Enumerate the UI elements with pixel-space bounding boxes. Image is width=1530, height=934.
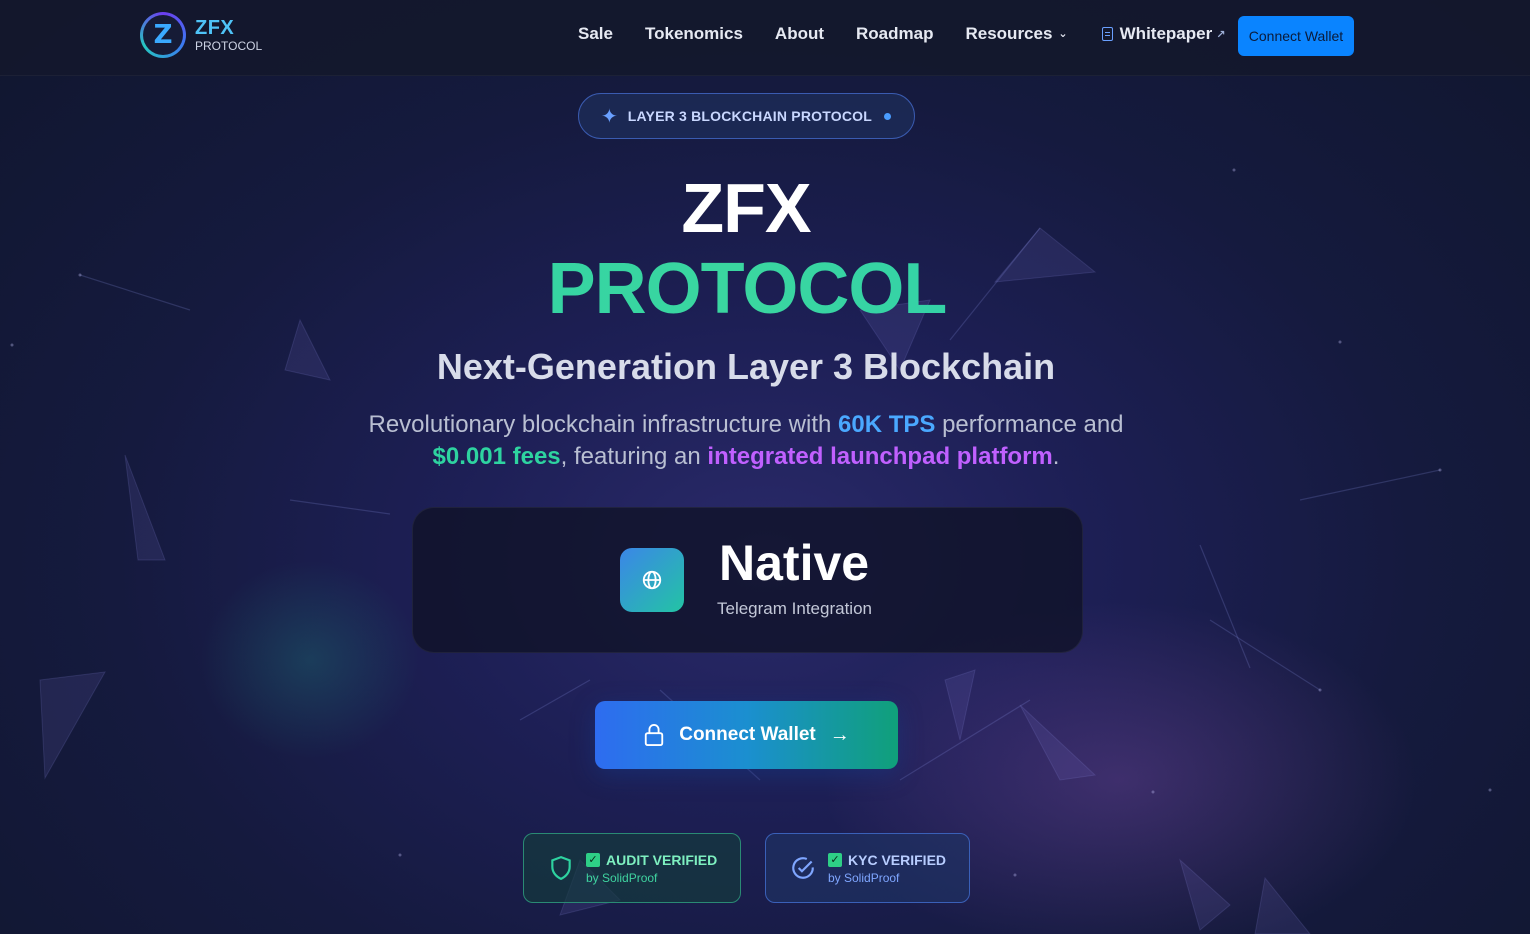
audit-text: ✓ AUDIT VERIFIED by SolidProof — [586, 852, 717, 885]
hero-title-line2: PROTOCOL — [0, 248, 1494, 330]
logo-title: ZFX — [195, 17, 235, 39]
nav-link-whitepaper[interactable]: Whitepaper ↗ — [1101, 24, 1226, 44]
globe-icon — [620, 548, 684, 612]
nav-connect-wallet-button[interactable]: Connect Wallet — [1238, 16, 1354, 56]
whitepaper-label: Whitepaper — [1119, 24, 1213, 43]
desc-launchpad: integrated launchpad platform — [707, 443, 1053, 470]
audit-title-label: AUDIT VERIFIED — [606, 851, 718, 868]
desc-tps: 60K TPS — [838, 411, 936, 438]
shield-icon — [551, 856, 571, 881]
nav-link-sale[interactable]: Sale — [578, 24, 613, 44]
sparkles-icon: ✦ — [601, 105, 618, 128]
teal-glow — [200, 560, 420, 760]
kyc-verified-badge[interactable]: ✓ KYC VERIFIED by SolidProof — [765, 833, 970, 903]
nav-link-resources[interactable]: Resources ⌄ — [965, 24, 1067, 44]
connect-wallet-button[interactable]: Connect Wallet → — [595, 701, 898, 769]
checkbox-checked-icon: ✓ — [586, 852, 600, 867]
desc-part2: performance and — [935, 411, 1124, 438]
desc-part4: . — [1052, 443, 1060, 470]
connect-wallet-label: Connect Wallet — [679, 724, 816, 745]
kyc-title: ✓ KYC VERIFIED — [828, 852, 946, 868]
hero-subtitle: Next-Generation Layer 3 Blockchain — [436, 346, 1056, 387]
arrow-right-icon: → — [829, 723, 850, 746]
status-dot — [883, 112, 891, 120]
check-circle-icon — [792, 857, 814, 879]
top-navbar: Z ZFX PROTOCOL Sale Tokenomics About Roa… — [0, 0, 1530, 76]
kyc-title-label: KYC VERIFIED — [848, 851, 947, 868]
feature-card: Native Telegram Integration — [412, 507, 1083, 653]
desc-part3: , featuring an — [560, 443, 708, 470]
protocol-badge: ✦ LAYER 3 BLOCKCHAIN PROTOCOL — [578, 93, 915, 139]
logo-letter: Z — [143, 15, 183, 55]
document-icon — [1101, 27, 1113, 41]
badge-label: LAYER 3 BLOCKCHAIN PROTOCOL — [627, 108, 872, 124]
logo[interactable]: Z ZFX PROTOCOL — [140, 12, 262, 58]
desc-fees: $0.001 fees — [432, 443, 561, 470]
kyc-text: ✓ KYC VERIFIED by SolidProof — [828, 852, 946, 885]
logo-mark-icon: Z — [140, 12, 186, 58]
lock-icon — [645, 724, 664, 746]
audit-verified-badge[interactable]: ✓ AUDIT VERIFIED by SolidProof — [523, 833, 741, 903]
feature-title: Native — [719, 535, 870, 591]
external-link-icon: ↗ — [1216, 28, 1226, 41]
feature-subtitle: Telegram Integration — [717, 599, 872, 618]
hero-description: Revolutionary blockchain infrastructure … — [300, 409, 1192, 473]
nav-link-about[interactable]: About — [775, 24, 824, 44]
kyc-subtitle: by SolidProof — [828, 870, 900, 885]
nav-links: Sale Tokenomics About Roadmap Resources ⌄… — [578, 24, 1225, 44]
audit-subtitle: by SolidProof — [586, 870, 658, 885]
desc-part1: Revolutionary blockchain infrastructure … — [368, 411, 839, 438]
nav-link-tokenomics[interactable]: Tokenomics — [645, 24, 743, 44]
hero-title-line1: ZFX — [681, 169, 811, 247]
logo-subtitle: PROTOCOL — [195, 39, 263, 53]
nav-link-roadmap[interactable]: Roadmap — [856, 24, 933, 44]
logo-text: ZFX PROTOCOL — [195, 18, 262, 52]
chevron-down-icon: ⌄ — [1058, 28, 1068, 40]
nav-link-resources-label: Resources — [965, 24, 1053, 43]
checkbox-checked-icon: ✓ — [828, 852, 842, 867]
audit-title: ✓ AUDIT VERIFIED — [586, 852, 717, 868]
